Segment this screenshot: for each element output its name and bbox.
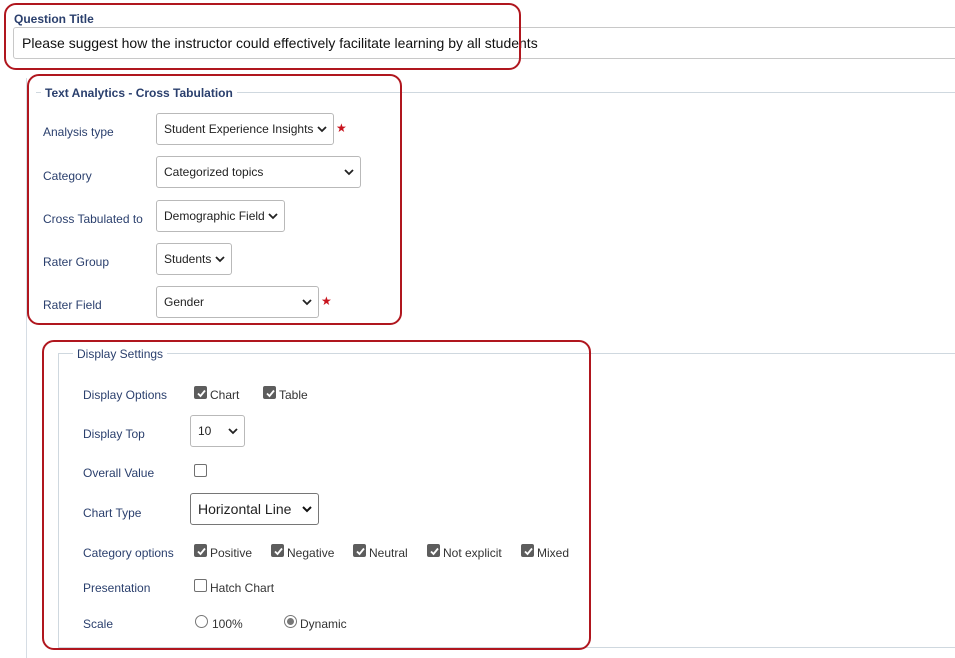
highlight-analytics: [27, 74, 402, 325]
highlight-display-settings: [42, 340, 591, 650]
highlight-question-title: [4, 3, 521, 70]
